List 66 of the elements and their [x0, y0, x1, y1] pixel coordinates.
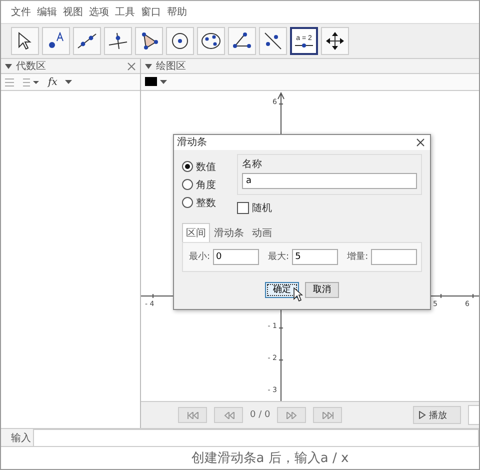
triangle-icon	[139, 32, 159, 50]
dialog-tab[interactable]: 动画	[248, 222, 276, 243]
angle-icon	[232, 32, 252, 50]
dialog-tab[interactable]: 区间	[182, 222, 210, 243]
collapse-icon[interactable]	[5, 64, 12, 68]
fast-forward-icon	[286, 412, 298, 419]
tool-button[interactable]	[321, 27, 349, 55]
input-field[interactable]: 0	[213, 248, 260, 265]
tool-button[interactable]	[259, 27, 287, 55]
step-counter: 0 / 0	[250, 410, 270, 420]
tool-button[interactable]	[228, 27, 256, 55]
radio-option[interactable]: 整数	[182, 196, 227, 210]
radio-option[interactable]: 角度	[182, 178, 227, 192]
skip-forward-icon	[322, 412, 334, 419]
caption: 创建滑动条a 后，输入a / x	[191, 450, 349, 467]
play-button[interactable]: 播放	[413, 406, 461, 424]
field-label: 最小:	[189, 250, 210, 264]
line-icon	[77, 32, 97, 50]
color-picker[interactable]	[145, 77, 167, 86]
dialog-button[interactable]: 确定	[265, 282, 299, 298]
tool-button[interactable]	[166, 27, 194, 55]
menu-item[interactable]: 选项	[89, 5, 109, 19]
function-menu[interactable]: fx	[48, 76, 58, 88]
menu-item[interactable]: 窗口	[141, 5, 161, 19]
circle-icon	[170, 32, 190, 50]
dialog-title: 滑动条	[177, 136, 207, 150]
dropdown-icon[interactable]	[65, 80, 72, 84]
sort-icon[interactable]	[22, 78, 40, 86]
field-label: 增量:	[347, 250, 368, 264]
dialog-button[interactable]: 取消	[305, 282, 339, 298]
dialog-tab[interactable]: 滑动条	[210, 222, 248, 243]
perpendicular-line-icon	[108, 32, 128, 50]
random-checkbox[interactable]: 随机	[237, 200, 422, 215]
move-icon	[326, 32, 344, 50]
tool-button[interactable]	[73, 27, 101, 55]
radio-option[interactable]: 数值	[182, 160, 227, 174]
collapse-icon[interactable]	[145, 64, 152, 68]
cursor-icon	[17, 32, 33, 50]
tool-button[interactable]	[104, 27, 132, 55]
ellipse-icon	[201, 32, 221, 50]
menu-item[interactable]: 工具	[115, 5, 135, 19]
tool-button[interactable]	[42, 27, 70, 55]
close-icon[interactable]	[416, 138, 425, 147]
input-field[interactable]	[371, 248, 418, 265]
point-icon	[46, 32, 66, 50]
tool-button[interactable]	[197, 27, 225, 55]
input-field[interactable]: 5	[292, 248, 338, 265]
tool-button[interactable]	[11, 27, 39, 55]
field-label: 最大:	[268, 250, 290, 264]
tool-button[interactable]	[135, 27, 163, 55]
input-bar-field[interactable]	[33, 428, 479, 446]
panel-title: 绘图区	[156, 60, 187, 73]
menu-item[interactable]: 视图	[63, 5, 83, 19]
menu-item[interactable]: 编辑	[37, 5, 57, 19]
skip-back-icon	[186, 412, 198, 419]
name-label: 名称	[242, 158, 263, 171]
menu-item[interactable]: 文件	[11, 5, 31, 19]
reflect-icon	[263, 32, 283, 50]
dropdown-icon	[160, 80, 167, 84]
panel-title: 代数区	[16, 60, 47, 73]
rewind-icon	[222, 412, 234, 419]
input-label: 输入	[11, 432, 31, 444]
mouse-pointer-icon	[293, 286, 303, 302]
name-field[interactable]: a	[242, 172, 417, 189]
menu-item[interactable]: 帮助	[167, 5, 187, 19]
play-icon	[419, 411, 426, 420]
